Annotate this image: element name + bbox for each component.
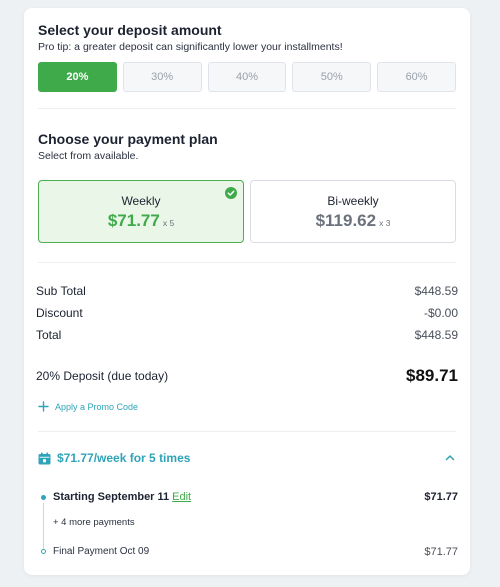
timeline-line — [43, 503, 44, 553]
deposit-tip: Pro tip: a greater deposit can significa… — [38, 41, 343, 53]
divider — [38, 431, 456, 432]
first-payment-amount: $71.77 — [424, 491, 458, 503]
deposit-option-60[interactable]: 60% — [377, 62, 456, 92]
discount-row: Discount -$0.00 — [36, 306, 458, 320]
plan-title: Choose your payment plan — [38, 131, 218, 147]
subtotal-row: Sub Total $448.59 — [36, 284, 458, 298]
deposit-title: Select your deposit amount — [38, 22, 222, 38]
final-payment-row: Final Payment Oct 09 $71.77 — [53, 546, 458, 558]
plan-option-weekly[interactable]: Weekly $71.77 x 5 — [38, 180, 244, 243]
calendar-icon — [38, 452, 51, 464]
final-payment-label: Final Payment Oct 09 — [53, 546, 150, 557]
deposit-due-value: $89.71 — [406, 366, 458, 385]
divider — [38, 262, 456, 263]
plan-option-biweekly[interactable]: Bi-weekly $119.62 x 3 — [250, 180, 456, 243]
promo-label: Apply a Promo Code — [55, 401, 139, 412]
plan-name: Bi-weekly — [327, 194, 379, 208]
plan-times: x 3 — [379, 218, 391, 228]
divider — [38, 108, 456, 109]
first-payment-row: Starting September 11 Edit $71.77 — [53, 491, 458, 503]
plan-times: x 5 — [162, 218, 175, 228]
deposit-option-30[interactable]: 30% — [122, 62, 202, 92]
schedule-title: $71.77/week for 5 times — [38, 451, 190, 465]
subtotal-label: Sub Total — [36, 284, 86, 298]
plan-price: $119.62 x 3 — [315, 211, 391, 230]
edit-link[interactable]: Edit — [172, 491, 191, 503]
chevron-up-icon[interactable] — [444, 452, 456, 464]
plan-subtitle: Select from available. — [38, 150, 139, 162]
deposit-option-50[interactable]: 50% — [292, 62, 372, 92]
discount-value: -$0.00 — [423, 306, 458, 320]
schedule-toggle[interactable]: $71.77/week for 5 times — [38, 451, 456, 465]
plan-name: Weekly — [121, 194, 161, 208]
total-row: Total $448.59 — [36, 328, 458, 342]
timeline-dot-final — [41, 549, 46, 554]
payment-card: Select your deposit amount Pro tip: a gr… — [24, 8, 470, 575]
subtotal-value: $448.59 — [414, 284, 458, 298]
deposit-due-label: 20% Deposit (due today) — [36, 369, 169, 383]
first-payment-label: Starting September 11 Edit — [53, 491, 192, 503]
deposit-option-20[interactable]: 20% — [38, 62, 117, 92]
deposit-option-40[interactable]: 40% — [207, 62, 287, 92]
total-value: $448.59 — [414, 328, 458, 342]
final-payment-amount: $71.77 — [424, 546, 458, 558]
schedule-title-text: $71.77/week for 5 times — [57, 451, 191, 465]
plus-icon — [38, 401, 49, 412]
discount-label: Discount — [36, 306, 83, 320]
deposit-options: 20% 30% 40% 50% 60% — [38, 62, 456, 92]
more-payments-label: + 4 more payments — [53, 517, 135, 528]
deposit-due-row: 20% Deposit (due today) $89.71 — [36, 366, 458, 386]
total-label: Total — [36, 328, 62, 342]
timeline-dot — [41, 495, 46, 500]
plan-price: $71.77 x 5 — [107, 211, 175, 230]
apply-promo-link[interactable]: Apply a Promo Code — [38, 401, 138, 412]
